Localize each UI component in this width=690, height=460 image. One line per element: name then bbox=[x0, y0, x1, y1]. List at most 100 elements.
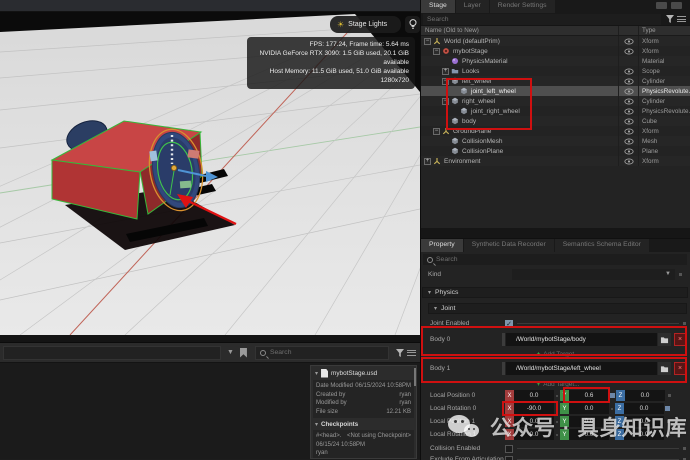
content-search-input[interactable]: Search bbox=[255, 346, 389, 360]
tree-row-left-wheel[interactable]: −left_wheelCylinder bbox=[421, 76, 690, 86]
stage-lights-button[interactable]: ☀ Stage Lights bbox=[330, 16, 401, 33]
column-name-label[interactable]: Name (Old to New) bbox=[421, 27, 618, 34]
local-rotation-0-z-field[interactable]: 0.0 bbox=[624, 403, 664, 414]
tree-row-groundplane[interactable]: −GroundPlaneXform bbox=[421, 126, 690, 136]
visibility-eye-icon[interactable] bbox=[618, 106, 638, 116]
tree-row-collisionplane[interactable]: −CollisionPlanePlane bbox=[421, 146, 690, 156]
bookmark-icon[interactable] bbox=[240, 348, 247, 358]
body0-browse-button[interactable] bbox=[658, 333, 671, 346]
visibility-eye-icon[interactable] bbox=[618, 96, 638, 106]
expand-toggle[interactable]: − bbox=[433, 48, 440, 55]
property-search-input[interactable]: Search bbox=[423, 254, 687, 265]
stage-menu-button[interactable] bbox=[677, 15, 686, 24]
visibility-eye-icon[interactable] bbox=[618, 66, 638, 76]
tree-row-physicsmaterial[interactable]: −PhysicsMaterialMaterial bbox=[421, 56, 690, 66]
path-dropdown-icon[interactable]: ▼ bbox=[227, 349, 234, 356]
tree-row-collisionmesh[interactable]: −CollisionMeshMesh bbox=[421, 136, 690, 146]
info-label: Modified by bbox=[316, 399, 347, 408]
tree-row-joint-left-wheel[interactable]: −joint_left_wheelPhysicsRevolute. bbox=[421, 86, 690, 96]
filter-icon bbox=[666, 15, 674, 23]
visibility-eye-icon[interactable] bbox=[618, 116, 638, 126]
row-local-position-1: Local Position 1X0.0Y0.0Z0.0 bbox=[430, 415, 686, 428]
visibility-eye-icon[interactable] bbox=[618, 136, 638, 146]
visibility-eye-icon[interactable] bbox=[618, 36, 638, 46]
viewport-3d[interactable]: ☀ Stage Lights FPS: 177.24, Frame time: … bbox=[0, 0, 420, 335]
column-type-label[interactable]: Type bbox=[638, 26, 690, 35]
prim-type: Cylinder bbox=[638, 96, 690, 106]
body0-path-field[interactable]: /World/mybotStage/body bbox=[506, 333, 657, 346]
plus-icon: + bbox=[537, 381, 541, 388]
expand-toggle[interactable]: − bbox=[442, 78, 449, 85]
file-details-header[interactable]: ▾ mybotStage.usd bbox=[311, 366, 416, 380]
kind-dropdown[interactable]: ▼ bbox=[512, 269, 675, 280]
tree-row-mybotstage[interactable]: −mybotStageXform bbox=[421, 46, 690, 56]
local-rotation-1-y-field[interactable]: 0.0 bbox=[569, 429, 609, 440]
local-position-0-z-field[interactable]: 0.0 bbox=[625, 390, 665, 401]
local-position-0-x-field[interactable]: 0.0 bbox=[514, 390, 554, 401]
lighting-mode-button[interactable] bbox=[405, 16, 420, 33]
axis-badge-z: Z bbox=[615, 403, 624, 414]
expand-toggle[interactable]: − bbox=[433, 128, 440, 135]
tree-row-environment[interactable]: +EnvironmentXform bbox=[421, 156, 690, 166]
local-position-0-y-field[interactable]: 0.6 bbox=[569, 390, 609, 401]
checkpoint-entry[interactable]: #<head>. <Not using Checkpoint> 06/15/24… bbox=[313, 430, 414, 459]
joint-enabled-checkbox[interactable]: ✓ bbox=[505, 320, 513, 328]
tree-row-body[interactable]: −bodyCube bbox=[421, 116, 690, 126]
tab-stage[interactable]: Stage bbox=[421, 0, 455, 13]
visibility-eye-icon[interactable] bbox=[618, 46, 638, 56]
stats-line: 1280x720 bbox=[253, 76, 409, 85]
panel-splitter[interactable] bbox=[421, 228, 690, 238]
tree-row-looks[interactable]: +LooksScope bbox=[421, 66, 690, 76]
section-physics[interactable]: ▾ Physics bbox=[422, 287, 688, 298]
local-position-1-x-field[interactable]: 0.0 bbox=[514, 416, 554, 427]
tab-layer[interactable]: Layer bbox=[456, 0, 489, 13]
local-position-1-y-field[interactable]: 0.0 bbox=[569, 416, 609, 427]
local-position-1-z-field[interactable]: 0.0 bbox=[624, 416, 664, 427]
exclude-articulation-checkbox[interactable] bbox=[505, 456, 513, 460]
tree-row-right-wheel[interactable]: −right_wheelCylinder bbox=[421, 96, 690, 106]
checkpoints-header[interactable]: ▾ Checkpoints bbox=[311, 418, 416, 430]
body1-browse-button[interactable] bbox=[658, 362, 671, 375]
expand-toggle[interactable]: − bbox=[442, 98, 449, 105]
file-name: mybotStage.usd bbox=[331, 370, 377, 377]
body0-remove-button[interactable]: × bbox=[674, 333, 686, 346]
tab-semantics-schema-editor[interactable]: Semantics Schema Editor bbox=[555, 239, 649, 252]
content-view-button[interactable] bbox=[407, 348, 416, 357]
row-local-position-0: Local Position 0X0.0Y0.6Z0.0 bbox=[430, 389, 686, 402]
expand-toggle[interactable]: − bbox=[424, 38, 431, 45]
collapse-icon: ▾ bbox=[434, 305, 437, 312]
tab-synthetic-data-recorder[interactable]: Synthetic Data Recorder bbox=[464, 239, 554, 252]
local-rotation-0-y-field[interactable]: 0.0 bbox=[569, 403, 609, 414]
path-field[interactable] bbox=[3, 346, 221, 360]
expand-toggle[interactable]: + bbox=[442, 68, 449, 75]
visibility-eye-icon[interactable] bbox=[618, 86, 638, 96]
body1-path-field[interactable]: /World/mybotStage/left_wheel bbox=[506, 362, 657, 375]
visibility-eye-icon[interactable] bbox=[618, 76, 638, 86]
row-local-rotation-1: Local Rotation 1X0.0Y0.0Z0.0 bbox=[430, 428, 686, 441]
tab-render-settings[interactable]: Render Settings bbox=[490, 0, 555, 13]
tree-row-joint-right-wheel[interactable]: −joint_right_wheelPhysicsRevolute. bbox=[421, 106, 690, 116]
collision-enabled-checkbox[interactable] bbox=[505, 445, 513, 453]
column-visibility[interactable] bbox=[618, 26, 638, 35]
stage-search-input[interactable]: Search bbox=[423, 14, 661, 25]
file-icon bbox=[321, 369, 328, 378]
stage-filter-button[interactable] bbox=[663, 15, 677, 23]
section-joint[interactable]: ▾ Joint bbox=[428, 303, 687, 314]
details-scrollbar[interactable] bbox=[414, 368, 416, 386]
visibility-eye-icon[interactable] bbox=[618, 146, 638, 156]
local-rotation-1-z-field[interactable]: 0.0 bbox=[624, 429, 664, 440]
local-rotation-1-x-field[interactable]: 0.0 bbox=[514, 429, 554, 440]
dock-options[interactable] bbox=[656, 2, 682, 9]
expand-toggle[interactable]: + bbox=[424, 158, 431, 165]
tree-row-world-defaultprim[interactable]: −World (defaultPrim)Xform bbox=[421, 36, 690, 46]
local-rotation-0-x-field[interactable]: -90.0 bbox=[514, 403, 554, 414]
add-target-button-0[interactable]: + Add Target... bbox=[430, 350, 686, 359]
content-browser-grid[interactable]: ▾ mybotStage.usd Date Modified06/15/2024… bbox=[0, 363, 420, 459]
visibility-eye-icon[interactable] bbox=[618, 156, 638, 166]
add-target-button-1[interactable]: + Add Target... bbox=[430, 380, 686, 389]
tab-property[interactable]: Property bbox=[421, 239, 463, 252]
body1-remove-button[interactable]: × bbox=[674, 362, 686, 375]
visibility-eye-icon[interactable] bbox=[618, 126, 638, 136]
content-filter-button[interactable] bbox=[393, 349, 407, 357]
info-label: Date Modified bbox=[316, 382, 353, 391]
